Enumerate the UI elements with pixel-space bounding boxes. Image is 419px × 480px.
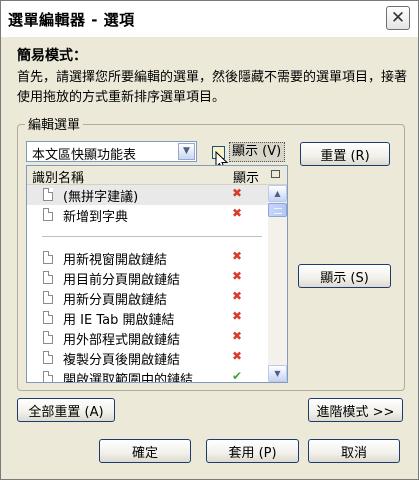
mode-description: 首先，請選擇您所要編輯的選單，然後隱藏不需要的選單項目，接著使用拖放的方式重新排… <box>17 70 408 105</box>
menu-items-list[interactable]: 識別名稱 顯示 (無拼字建議) ✖ 新增到字典 ✖ 用新視窗開啟鏈結 ✖ 用目前… <box>26 165 288 383</box>
cancel-button[interactable]: 取消 <box>308 439 400 463</box>
list-item[interactable]: 用外部程式開啟鏈結 ✖ <box>27 328 268 348</box>
show-menu-checkbox-label[interactable]: 顯示 (V) <box>229 142 285 162</box>
column-header-name[interactable]: 識別名稱 <box>32 167 84 186</box>
list-header: 識別名稱 顯示 <box>27 166 287 186</box>
edit-menu-group-label: 編輯選單 <box>25 114 84 133</box>
title-bar: 選單編輯器 - 選項 ✕ <box>1 1 418 37</box>
visible-check-icon[interactable]: ✔ <box>232 369 242 382</box>
document-icon <box>43 371 53 382</box>
document-icon <box>43 351 53 364</box>
document-icon <box>43 251 53 264</box>
list-item[interactable]: 用目前分頁開啟鏈結 ✖ <box>27 268 268 288</box>
mode-heading: 簡易模式： <box>17 48 87 64</box>
advanced-mode-button[interactable]: 進階模式 >> <box>308 398 403 422</box>
show-button[interactable]: 顯示 (S) <box>298 264 391 288</box>
document-icon <box>43 271 53 284</box>
list-item[interactable]: (無拼字建議) ✖ <box>27 185 268 205</box>
column-picker-icon[interactable] <box>271 170 280 178</box>
list-item-label: (無拼字建議) <box>63 190 139 205</box>
list-item-label: 用新分頁開啟鏈結 <box>63 293 168 308</box>
hidden-mark-icon[interactable]: ✖ <box>232 349 242 363</box>
scroll-up-icon[interactable]: ▲ <box>268 185 287 202</box>
list-item-label: 複製分頁後開啟鏈結 <box>63 353 181 368</box>
hidden-mark-icon[interactable]: ✖ <box>232 206 242 220</box>
list-separator[interactable] <box>27 225 268 248</box>
list-item[interactable]: 複製分頁後開啟鏈結 ✖ <box>27 348 268 368</box>
menu-select-value: 本文區快顯功能表 <box>32 148 137 163</box>
list-item[interactable]: 用新分頁開啟鏈結 ✖ <box>27 288 268 308</box>
reset-all-button[interactable]: 全部重置 (A) <box>17 398 115 422</box>
scrollbar-thumb[interactable] <box>268 203 287 217</box>
hidden-mark-icon[interactable]: ✖ <box>232 249 242 263</box>
column-header-visible[interactable]: 顯示 <box>233 167 259 186</box>
chevron-down-icon[interactable]: ▼ <box>178 143 195 160</box>
separator-line <box>42 236 262 237</box>
list-item-label: 新增到字典 <box>63 210 129 225</box>
document-icon <box>43 291 53 304</box>
hidden-mark-icon[interactable]: ✖ <box>232 329 242 343</box>
list-item[interactable]: 用 IE Tab 開啟鏈結 ✖ <box>27 308 268 328</box>
document-icon <box>43 331 53 344</box>
options-dialog: 選單編輯器 - 選項 ✕ 簡易模式： 首先，請選擇您所要編輯的選單，然後隱藏不需… <box>0 0 419 480</box>
close-icon: ✕ <box>390 8 406 28</box>
list-item[interactable]: 新增到字典 ✖ <box>27 205 268 225</box>
list-rows: (無拼字建議) ✖ 新增到字典 ✖ 用新視窗開啟鏈結 ✖ 用目前分頁開啟鏈結 ✖ <box>27 185 268 383</box>
hidden-mark-icon[interactable]: ✖ <box>232 309 242 323</box>
menu-select[interactable]: 本文區快顯功能表 ▼ <box>26 141 197 163</box>
document-icon <box>43 208 53 221</box>
list-scrollbar[interactable]: ▲ ▼ <box>268 185 287 382</box>
apply-button[interactable]: 套用 (P) <box>206 439 299 463</box>
list-item[interactable]: 用新視窗開啟鏈結 ✖ <box>27 248 268 268</box>
close-button[interactable]: ✕ <box>386 6 410 30</box>
list-item-label: 開啟選取範圍中的鏈結 <box>63 373 194 383</box>
hidden-mark-icon[interactable]: ✖ <box>232 269 242 283</box>
list-item-label: 用目前分頁開啟鏈結 <box>63 273 181 288</box>
ok-button[interactable]: 確定 <box>99 439 191 463</box>
list-item-label: 用新視窗開啟鏈結 <box>63 253 168 268</box>
hidden-mark-icon[interactable]: ✖ <box>232 289 242 303</box>
dialog-title: 選單編輯器 - 選項 <box>8 11 135 29</box>
document-icon <box>43 311 53 324</box>
document-icon <box>43 188 53 201</box>
reset-button[interactable]: 重置 (R) <box>300 142 390 166</box>
list-item[interactable]: 開啟選取範圍中的鏈結 ✔ <box>27 368 268 383</box>
scroll-down-icon[interactable]: ▼ <box>268 365 287 382</box>
hidden-mark-icon[interactable]: ✖ <box>232 186 242 200</box>
list-item-label: 用外部程式開啟鏈結 <box>63 333 181 348</box>
list-item-label: 用 IE Tab 開啟鏈結 <box>63 313 175 328</box>
